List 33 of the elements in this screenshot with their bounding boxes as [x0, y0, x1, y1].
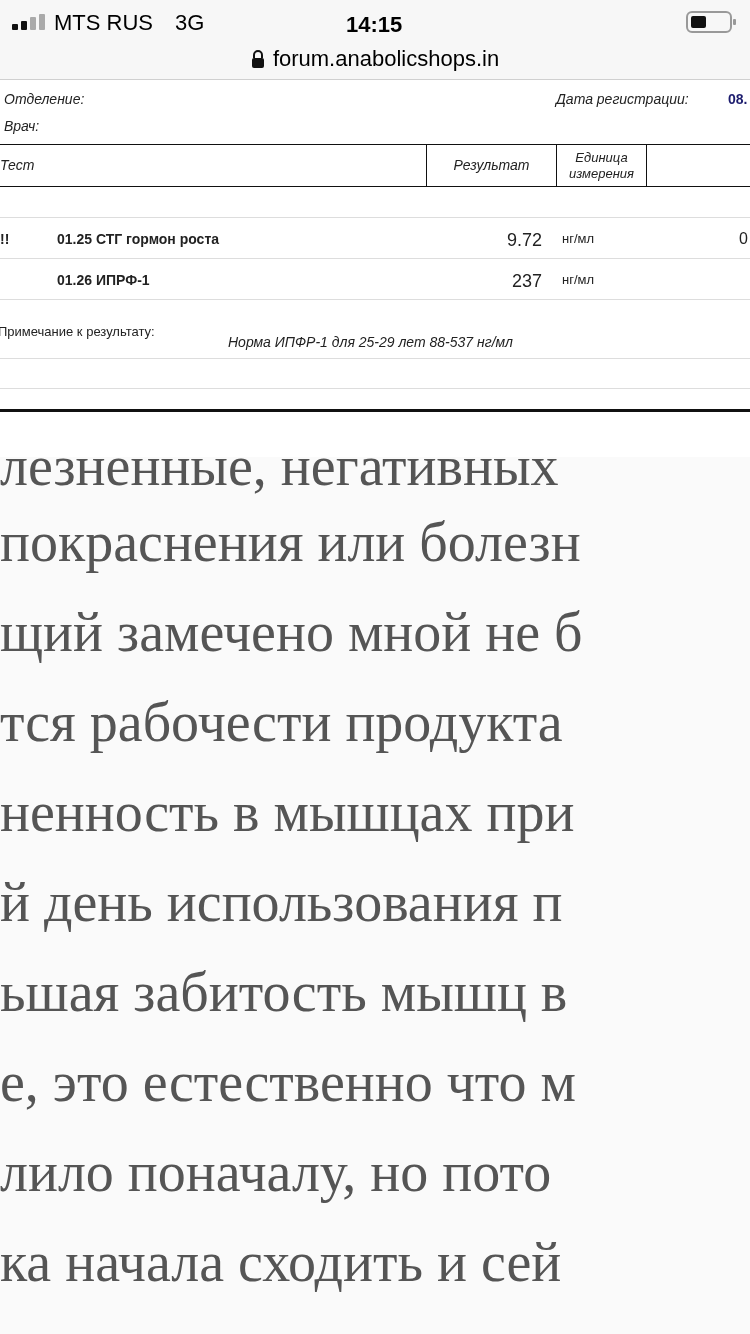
column-header: Единица измерения — [557, 145, 647, 186]
article-text-line: лило поначалу, но пото — [0, 1141, 552, 1203]
result-value: 237 — [511, 270, 542, 293]
article-text-line: й день использования п — [0, 871, 563, 933]
article-text-line: тся рабочести продукта — [0, 691, 563, 753]
result-note: Норма ИПФР-1 для 25-29 лет 88-537 нг/мл — [228, 333, 513, 352]
article-text-line: ненность в мышцах при — [0, 781, 575, 843]
registration-label: Дата регистрации: — [556, 90, 689, 109]
test-name: 01.26 ИПРФ-1 — [57, 271, 150, 290]
department-label: Отделение: — [4, 90, 85, 109]
column-header: Тест — [0, 145, 427, 186]
test-name: 01.25 СТГ гормон роста — [57, 230, 220, 249]
table-cell-text: 0 — [739, 229, 748, 249]
address-bar-url[interactable]: forum.anabolicshops.in — [272, 42, 500, 75]
lock-icon — [250, 49, 265, 68]
battery-icon — [686, 10, 736, 34]
signal-icon — [12, 14, 46, 30]
warning-text: !! — [0, 230, 10, 249]
registration-date: 08. — [728, 90, 748, 109]
carrier-name: MTS RUS — [54, 8, 153, 37]
clock-time: 14:15 — [346, 11, 403, 39]
unit-cell-text: нг/мл — [562, 271, 595, 289]
column-header: Результат — [427, 145, 557, 186]
article-text-line: ка начала сходить и сей — [0, 1231, 562, 1293]
article-text-line: ьшая забитость мышц в — [0, 961, 568, 1023]
article-text-line: лезненные, негативных — [0, 457, 560, 497]
article-text-line: е, это естественно что м — [0, 1051, 577, 1113]
unit-cell-text: нг/мл — [562, 230, 595, 248]
doctor-label: Врач: — [4, 117, 40, 136]
result-value: 9.72 — [506, 229, 542, 252]
article-text-line: щий замечено мной не б — [0, 601, 583, 663]
article-text-line: покраснения или болезн — [0, 511, 581, 573]
network-type: 3G — [175, 8, 205, 37]
